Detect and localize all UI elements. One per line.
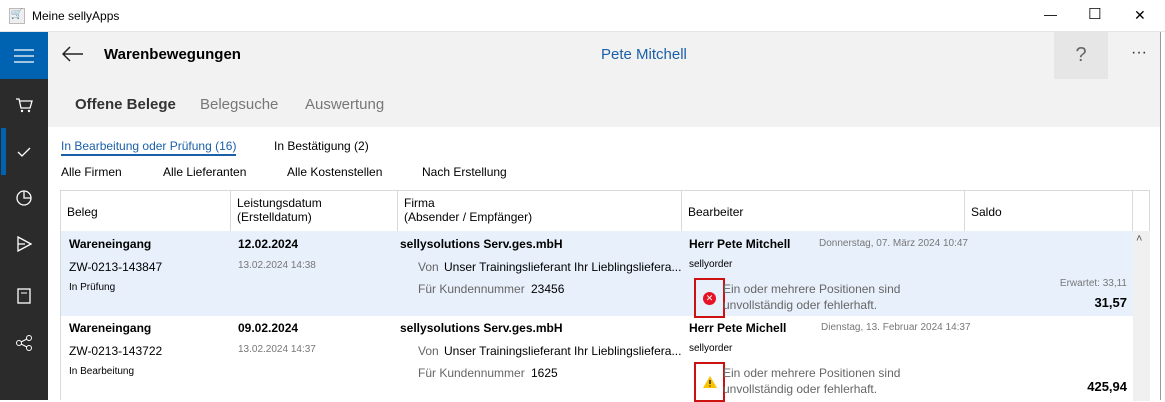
filter-in-bestaetigung[interactable]: In Bestätigung (2) (274, 139, 369, 153)
row-created: 13.02.2024 14:38 (238, 260, 316, 271)
belege-table: Beleg Leistungsdatum (Erstelldatum) Firm… (60, 190, 1150, 402)
row-von: Unser Trainingslieferant Ihr Lieblingsli… (444, 344, 682, 358)
sidebar-item-chart[interactable] (0, 175, 48, 221)
row-date: 09.02.2024 (238, 321, 299, 335)
row-app: sellyorder (689, 259, 733, 270)
back-arrow-icon[interactable] (62, 46, 84, 62)
row-kunde: 23456 (531, 282, 565, 296)
sidebar-item-send[interactable] (0, 221, 48, 267)
row-editor: Herr Pete Mitchell (689, 237, 791, 251)
window-border (1160, 32, 1165, 400)
close-button[interactable]: ✕ (1134, 7, 1146, 24)
warning-icon (694, 362, 725, 402)
filter-firmen[interactable]: Alle Firmen (61, 165, 122, 179)
book-icon (17, 288, 31, 304)
sidebar (0, 32, 48, 400)
network-icon (16, 335, 32, 351)
row-number: ZW-0213-143722 (69, 344, 163, 358)
row-status: In Prüfung (69, 282, 116, 293)
row-message: Ein oder mehrere Positionen sind unvolls… (723, 366, 901, 396)
user-name[interactable]: Pete Mitchell (601, 46, 687, 63)
row-von: Unser Trainingslieferant Ihr Lieblingsli… (444, 260, 682, 274)
col-leistungsdatum[interactable]: Leistungsdatum (Erstelldatum) (231, 191, 398, 231)
col-beleg[interactable]: Beleg (61, 191, 231, 231)
row-saldo: 425,94 (1087, 379, 1127, 394)
more-button[interactable]: ··· (1131, 44, 1147, 62)
table-row[interactable]: Wareneingang ZW-0213-143722 In Bearbeitu… (61, 316, 1133, 402)
page-header: Warenbewegungen Pete Mitchell ? ··· Offe… (48, 32, 1165, 127)
window-title: Meine sellyApps (32, 9, 120, 23)
table-row[interactable]: Wareneingang ZW-0213-143847 In Prüfung 1… (61, 231, 1133, 318)
col-saldo[interactable]: Saldo (965, 191, 1133, 231)
row-company: sellysolutions Serv.ges.mbH (400, 237, 563, 251)
sort-nach-erstellung[interactable]: Nach Erstellung (422, 165, 507, 179)
row-edited: Donnerstag, 07. März 2024 10:47 (819, 238, 968, 249)
row-edited: Dienstag, 13. Februar 2024 14:37 (821, 322, 971, 333)
cart-icon (16, 98, 33, 113)
tab-belegsuche[interactable]: Belegsuche (200, 96, 278, 113)
row-created: 13.02.2024 14:37 (238, 344, 316, 355)
row-company: sellysolutions Serv.ges.mbH (400, 321, 563, 335)
row-editor: Herr Pete Michell (689, 321, 787, 335)
row-expected: Erwartet: 33,11 (1059, 278, 1127, 289)
error-icon: ✕ (694, 278, 725, 318)
row-status: In Bearbeitung (69, 366, 135, 377)
pie-chart-icon (16, 190, 32, 206)
row-type: Wareneingang (69, 237, 152, 251)
row-saldo: 31,57 (1094, 295, 1127, 310)
row-date: 12.02.2024 (238, 237, 299, 251)
row-app: sellyorder (689, 343, 733, 354)
von-label: Von (418, 344, 439, 358)
von-label: Von (418, 260, 439, 274)
scrollbar[interactable]: ˄ (1133, 231, 1150, 401)
sidebar-item-share[interactable] (0, 320, 48, 366)
sidebar-item-check[interactable] (0, 129, 48, 175)
kunde-label: Für Kundennummer (418, 366, 525, 380)
sidebar-item-book[interactable] (0, 273, 48, 319)
sidebar-item-cart[interactable] (0, 82, 48, 128)
filter-kostenstellen[interactable]: Alle Kostenstellen (287, 165, 382, 179)
filter-in-bearbeitung[interactable]: In Bearbeitung oder Prüfung (16) (61, 139, 237, 156)
tab-offene-belege[interactable]: Offene Belege (75, 96, 176, 113)
help-button[interactable]: ? (1054, 32, 1108, 79)
scroll-up-icon[interactable]: ˄ (1136, 233, 1142, 245)
maximize-button[interactable]: ☐ (1088, 5, 1101, 23)
hamburger-menu-button[interactable] (0, 32, 48, 79)
row-type: Wareneingang (69, 321, 152, 335)
page-title: Warenbewegungen (104, 46, 241, 63)
hamburger-icon (14, 48, 34, 63)
filter-lieferanten[interactable]: Alle Lieferanten (163, 165, 246, 179)
title-bar: 🛒 Meine sellyApps — ☐ ✕ (0, 0, 1165, 32)
col-bearbeiter[interactable]: Bearbeiter (682, 191, 965, 231)
app-icon: 🛒 (9, 8, 25, 24)
row-number: ZW-0213-143847 (69, 260, 163, 274)
col-firma[interactable]: Firma (Absender / Empfänger) (398, 191, 682, 231)
send-icon (17, 236, 32, 252)
kunde-label: Für Kundennummer (418, 282, 525, 296)
row-message: Ein oder mehrere Positionen sind unvolls… (723, 282, 901, 312)
tab-auswertung[interactable]: Auswertung (305, 96, 384, 113)
minimize-button[interactable]: — (1044, 7, 1057, 22)
check-icon (17, 147, 31, 157)
row-kunde: 1625 (531, 366, 558, 380)
